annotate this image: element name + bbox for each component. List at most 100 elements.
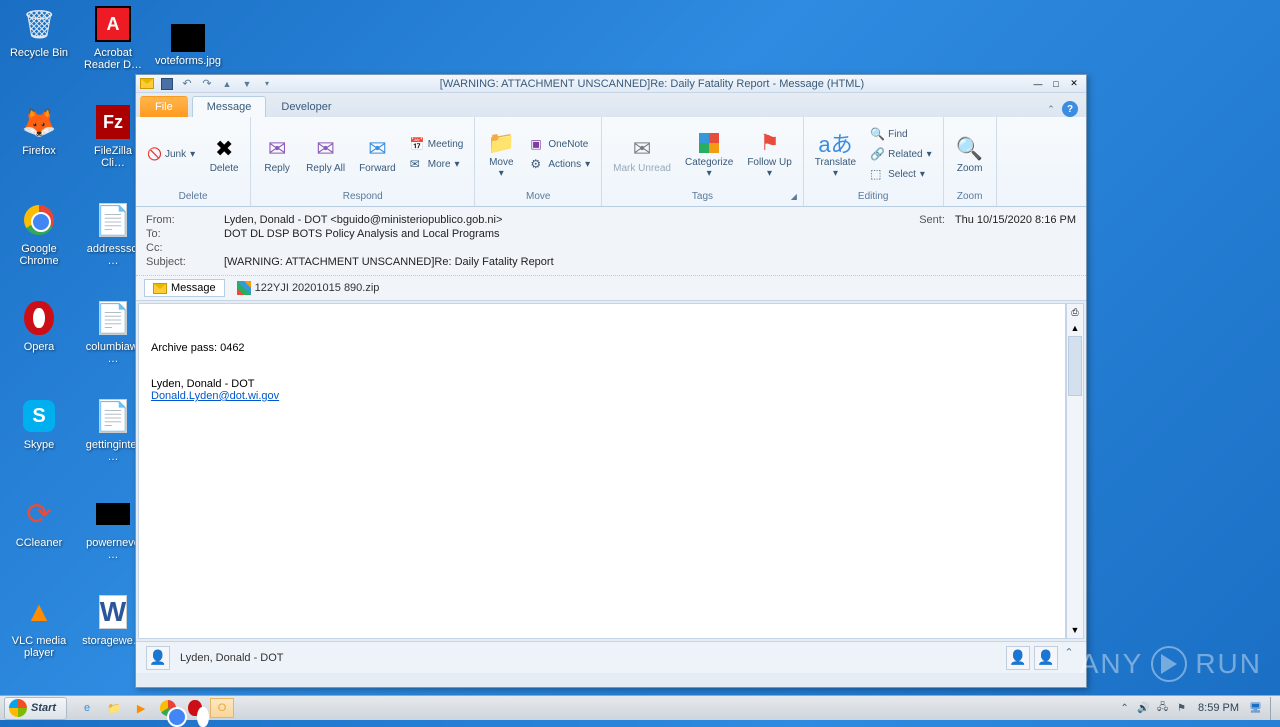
people-pane[interactable]: 👤 Lyden, Donald - DOT 👤 👤 ⌃ [136, 641, 1086, 673]
qat-customize-icon[interactable]: ▾ [260, 77, 274, 91]
group-respond: ✉Reply ✉Reply All ✉Forward 📅Meeting ✉Mor… [251, 117, 475, 206]
avatar-thumb-2[interactable]: 👤 [1034, 646, 1058, 670]
calendar-icon: 📅 [410, 137, 424, 151]
scroll-down-icon[interactable]: ▼ [1067, 622, 1083, 638]
desktop-icon-recycle-bin[interactable]: Recycle Bin [8, 4, 70, 59]
attachment-row: Message 122YJI 20201015 890.zip [136, 276, 1086, 301]
system-tray: ⌃ 🔊 🖧 ⚑ 8:59 PM 🖥 [1116, 700, 1270, 716]
start-button[interactable]: Start [4, 697, 67, 720]
meeting-button[interactable]: 📅Meeting [405, 134, 469, 154]
undo-icon[interactable]: ↶ [180, 77, 194, 91]
more-button[interactable]: ✉More ▾ [405, 154, 469, 174]
next-icon[interactable]: ▼ [240, 77, 254, 91]
scroll-track[interactable] [1067, 336, 1083, 622]
attachment-file[interactable]: 122YJI 20201015 890.zip [233, 279, 384, 297]
reply-all-icon: ✉ [316, 135, 334, 163]
categorize-icon [699, 129, 719, 157]
to-label: To: [146, 228, 224, 240]
collapse-ribbon-icon[interactable]: ⌃ [1044, 102, 1058, 116]
people-pane-expand-icon[interactable]: ⌃ [1062, 646, 1076, 660]
actions-button[interactable]: ⚙Actions ▾ [525, 154, 595, 174]
onenote-button[interactable]: ▣OneNote [525, 134, 595, 154]
categorize-button[interactable]: Categorize▾ [680, 126, 738, 182]
message-tab-button[interactable]: Message [144, 279, 225, 297]
subject-label: Subject: [146, 256, 224, 268]
zoom-button[interactable]: 🔍Zoom [950, 132, 990, 177]
find-button[interactable]: 🔍Find [865, 124, 937, 144]
message-body[interactable]: Archive pass: 0462 Lyden, Donald - DOT D… [138, 303, 1066, 639]
previous-icon[interactable]: ▲ [220, 77, 234, 91]
tray-clock[interactable]: 8:59 PM [1192, 702, 1245, 714]
delete-button[interactable]: ✖Delete [204, 132, 244, 177]
tab-message[interactable]: Message [192, 96, 267, 117]
signature-name: Lyden, Donald - DOT [151, 378, 1053, 390]
forward-button[interactable]: ✉Forward [354, 132, 401, 177]
redo-icon[interactable]: ↷ [200, 77, 214, 91]
junk-button[interactable]: 🚫Junk ▾ [142, 144, 200, 164]
desktop-icon-ccleaner[interactable]: CCleaner [8, 494, 70, 549]
desktop-icon-acrobat[interactable]: AAcrobat Reader D… [82, 4, 144, 71]
taskbar-chrome[interactable] [156, 698, 180, 718]
close-button[interactable]: ✕ [1066, 77, 1082, 91]
minimize-button[interactable]: — [1030, 77, 1046, 91]
taskbar-pinned: e 📁 ▶ O [75, 698, 234, 718]
save-icon[interactable] [160, 77, 174, 91]
outlook-message-window: ↶ ↷ ▲ ▼ ▾ [WARNING: ATTACHMENT UNSCANNED… [135, 74, 1087, 688]
desktop-icon-firefox[interactable]: Firefox [8, 102, 70, 157]
select-button[interactable]: ⬚Select ▾ [865, 164, 937, 184]
translate-button[interactable]: aあTranslate▾ [810, 126, 861, 182]
message-headers: From: Lyden, Donald - DOT <bguido@minist… [136, 207, 1086, 276]
scrollbar[interactable]: ⎙ ▲ ▼ [1066, 303, 1084, 639]
tray-show-hidden-icon[interactable]: ⌃ [1116, 700, 1133, 716]
tab-file[interactable]: File [140, 96, 188, 117]
titlebar[interactable]: ↶ ↷ ▲ ▼ ▾ [WARNING: ATTACHMENT UNSCANNED… [136, 75, 1086, 93]
from-label: From: [146, 214, 224, 226]
desktop-icon-chrome[interactable]: Google Chrome [8, 200, 70, 267]
zoom-icon: 🔍 [956, 135, 983, 163]
quick-access-toolbar: ↶ ↷ ▲ ▼ ▾ [140, 77, 274, 91]
select-icon: ⬚ [870, 167, 884, 181]
show-desktop-button[interactable] [1270, 697, 1280, 720]
tags-dialog-launcher[interactable]: ◢ [791, 192, 801, 202]
group-tags: ✉Mark Unread Categorize▾ ⚑Follow Up▾ Tag… [602, 117, 804, 206]
taskbar-media[interactable]: ▶ [129, 698, 153, 718]
scroll-up-icon[interactable]: ▲ [1067, 320, 1083, 336]
maximize-button[interactable]: □ [1048, 77, 1064, 91]
move-button[interactable]: 📁Move▾ [481, 126, 521, 182]
scroll-options-icon[interactable]: ⎙ [1067, 304, 1083, 320]
desktop-icon-skype[interactable]: SSkype [8, 396, 70, 451]
reply-button[interactable]: ✉Reply [257, 132, 297, 177]
follow-up-button[interactable]: ⚑Follow Up▾ [742, 126, 796, 182]
reply-all-button[interactable]: ✉Reply All [301, 132, 350, 177]
translate-icon: aあ [818, 129, 852, 157]
tray-flag-icon[interactable]: ⚑ [1173, 700, 1190, 716]
group-move: 📁Move▾ ▣OneNote ⚙Actions ▾ Move [475, 117, 602, 206]
help-icon[interactable]: ? [1062, 101, 1078, 117]
taskbar-outlook[interactable]: O [210, 698, 234, 718]
desktop-icon-opera[interactable]: Opera [8, 298, 70, 353]
from-value: Lyden, Donald - DOT <bguido@ministeriopu… [224, 214, 919, 226]
tray-network-icon[interactable]: 🖧 [1154, 700, 1171, 716]
sent-label: Sent: [919, 214, 945, 226]
desktop-icon-voteforms[interactable]: voteforms.jpg [155, 24, 220, 67]
watermark: ANY RUN [1080, 646, 1262, 682]
cc-label: Cc: [146, 242, 224, 254]
signature-email-link[interactable]: Donald.Lyden@dot.wi.gov [151, 390, 279, 402]
tray-volume-icon[interactable]: 🔊 [1135, 700, 1152, 716]
mark-unread-button[interactable]: ✉Mark Unread [608, 132, 676, 177]
taskbar-explorer[interactable]: 📁 [102, 698, 126, 718]
desktop-icon-vlc[interactable]: VLC media player [8, 592, 70, 659]
delete-icon: ✖ [215, 135, 233, 163]
avatar-thumb[interactable]: 👤 [1006, 646, 1030, 670]
sent-value: Thu 10/15/2020 8:16 PM [945, 214, 1076, 226]
tab-developer[interactable]: Developer [266, 96, 346, 117]
avatar: 👤 [146, 646, 170, 670]
related-button[interactable]: 🔗Related ▾ [865, 144, 937, 164]
to-value: DOT DL DSP BOTS Policy Analysis and Loca… [224, 228, 1076, 240]
taskbar-ie[interactable]: e [75, 698, 99, 718]
app-icon [140, 77, 154, 91]
windows-logo-icon [9, 699, 27, 717]
scroll-thumb[interactable] [1068, 336, 1082, 396]
tray-monitor-icon[interactable]: 🖥 [1247, 700, 1264, 716]
find-icon: 🔍 [870, 127, 884, 141]
